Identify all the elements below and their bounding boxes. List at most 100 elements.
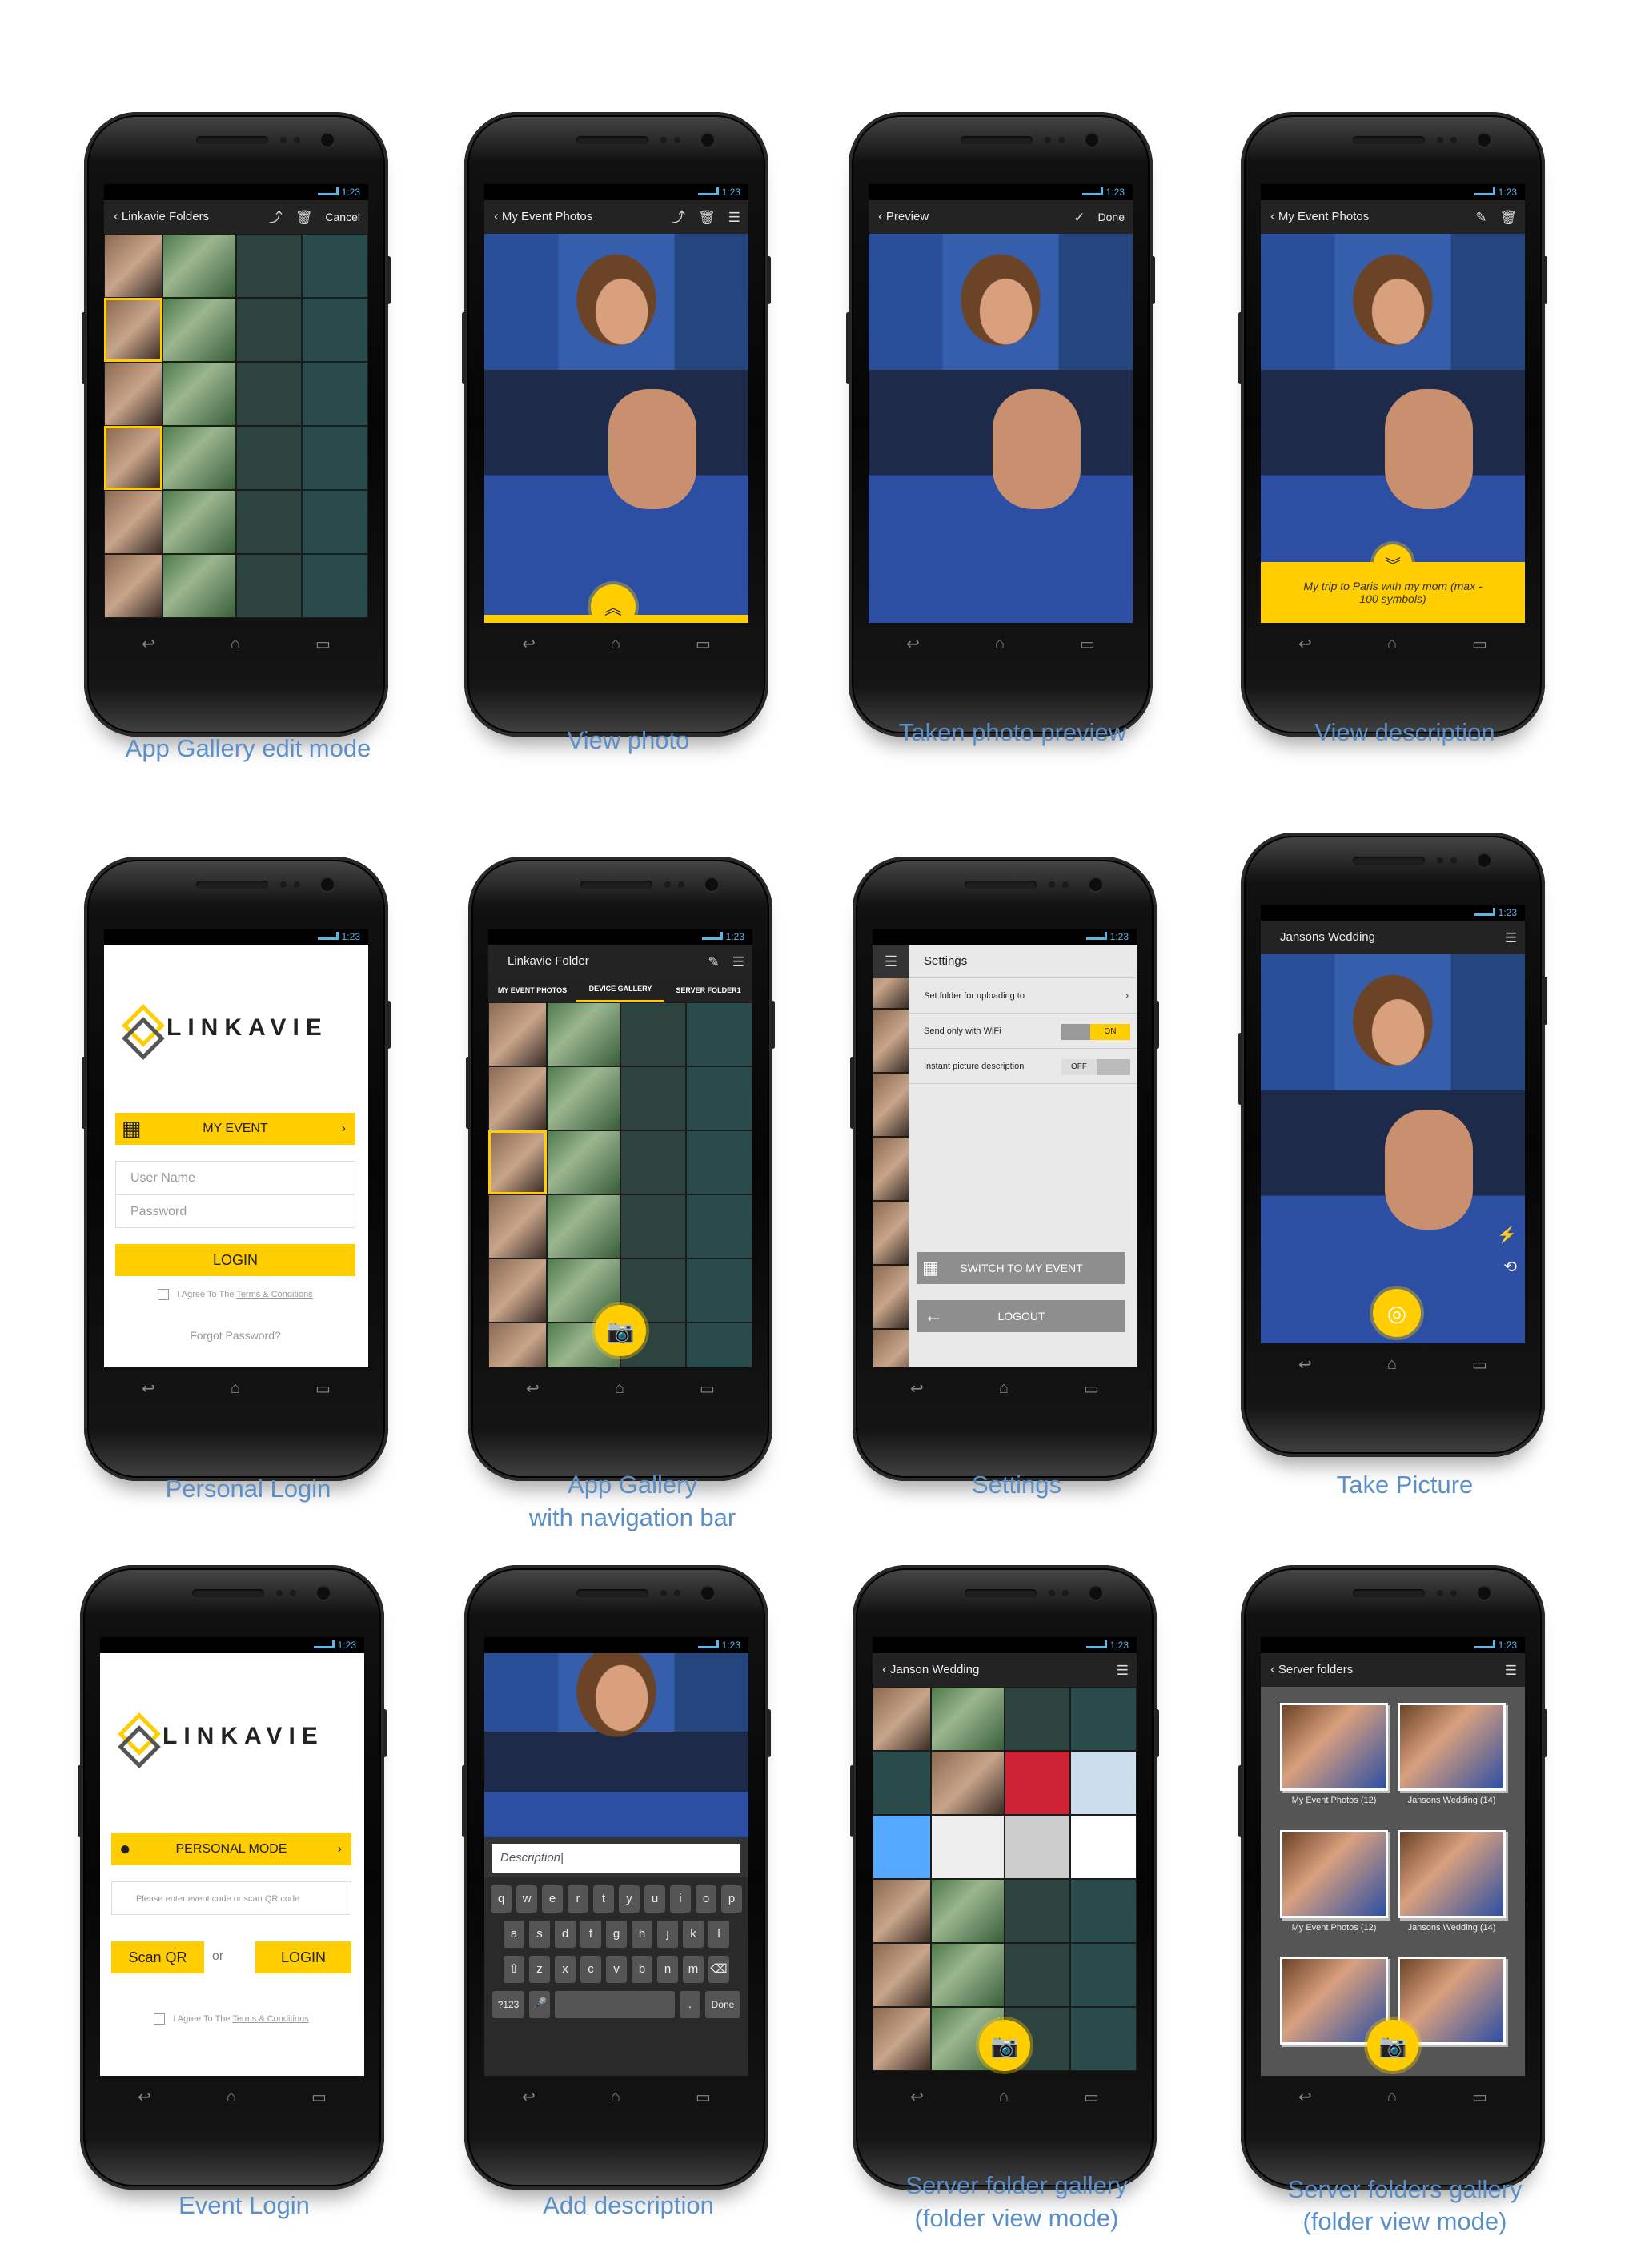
- home-nav-icon[interactable]: ⌂: [999, 2088, 1009, 2106]
- scan-qr-button[interactable]: Scan QR: [111, 1941, 204, 1973]
- home-nav-icon[interactable]: ⌂: [231, 1379, 240, 1398]
- thumb[interactable]: [162, 490, 236, 554]
- sliders-icon[interactable]: ☰: [1505, 1664, 1517, 1677]
- key-m[interactable]: m: [683, 1956, 704, 1983]
- thumb[interactable]: [162, 234, 236, 298]
- share-icon[interactable]: ⤴: [269, 211, 283, 224]
- back-nav-icon[interactable]: ↩: [906, 634, 920, 654]
- thumb[interactable]: [162, 298, 236, 362]
- thumb[interactable]: [620, 1066, 687, 1130]
- home-nav-icon[interactable]: ⌂: [611, 635, 620, 653]
- login-button[interactable]: LOGIN: [255, 1941, 351, 1973]
- thumb[interactable]: [235, 234, 303, 298]
- home-nav-icon[interactable]: ⌂: [227, 2088, 236, 2106]
- login-button[interactable]: LOGIN: [115, 1244, 355, 1276]
- recents-nav-icon[interactable]: ▭: [700, 1379, 715, 1399]
- share-icon[interactable]: ⤴: [672, 211, 685, 224]
- tab-device-gallery[interactable]: DEVICE GALLERY: [576, 978, 664, 1002]
- key-l[interactable]: l: [708, 1921, 729, 1948]
- thumb[interactable]: [1070, 2007, 1137, 2071]
- thumb[interactable]: [302, 426, 368, 490]
- thumb[interactable]: [686, 1194, 752, 1258]
- thumb[interactable]: [546, 1002, 620, 1066]
- thumb[interactable]: [488, 1002, 547, 1066]
- thumb[interactable]: [930, 1751, 1005, 1815]
- key-h[interactable]: h: [632, 1921, 652, 1948]
- thumb[interactable]: [620, 1002, 687, 1066]
- username-field[interactable]: User Name: [115, 1161, 355, 1194]
- key-n[interactable]: n: [657, 1956, 678, 1983]
- thumb[interactable]: [873, 1751, 931, 1815]
- my-event-button[interactable]: ▦ MY EVENT ›: [115, 1113, 355, 1145]
- thumb-selected[interactable]: [488, 1130, 547, 1194]
- back-icon[interactable]: ‹: [494, 209, 499, 223]
- key-t[interactable]: t: [593, 1885, 614, 1913]
- shutter-button[interactable]: ◎: [1373, 1289, 1421, 1337]
- thumb[interactable]: [686, 1323, 752, 1367]
- thumb[interactable]: [104, 362, 162, 426]
- trash-icon[interactable]: 🗑: [1499, 211, 1517, 224]
- key-o[interactable]: o: [696, 1885, 716, 1913]
- sliders-icon[interactable]: ☰: [1117, 1664, 1129, 1677]
- key-s[interactable]: s: [529, 1921, 550, 1948]
- trash-icon[interactable]: 🗑: [295, 211, 313, 224]
- personal-mode-button[interactable]: ● PERSONAL MODE ›: [111, 1833, 351, 1865]
- home-nav-icon[interactable]: ⌂: [995, 635, 1005, 653]
- thumb[interactable]: [620, 1130, 687, 1194]
- recents-nav-icon[interactable]: ▭: [1472, 2087, 1487, 2107]
- thumb[interactable]: [546, 1130, 620, 1194]
- key-z[interactable]: z: [529, 1956, 550, 1983]
- back-icon[interactable]: ‹: [882, 1662, 887, 1676]
- forgot-password-link[interactable]: Forgot Password?: [115, 1329, 355, 1342]
- key-f[interactable]: f: [580, 1921, 601, 1948]
- thumb[interactable]: [546, 1194, 620, 1258]
- thumb[interactable]: [302, 554, 368, 618]
- recents-nav-icon[interactable]: ▭: [315, 634, 331, 654]
- back-nav-icon[interactable]: ↩: [526, 1379, 540, 1399]
- backspace-key[interactable]: ⌫: [708, 1956, 729, 1983]
- key-w[interactable]: w: [516, 1885, 537, 1913]
- back-nav-icon[interactable]: ↩: [1298, 2087, 1312, 2107]
- password-field[interactable]: Password: [115, 1194, 355, 1228]
- thumb[interactable]: [1004, 1687, 1071, 1751]
- switch-to-event-button[interactable]: ▦ SWITCH TO MY EVENT: [917, 1252, 1125, 1284]
- key-y[interactable]: y: [619, 1885, 640, 1913]
- thumb[interactable]: [488, 1194, 547, 1258]
- expand-up-button[interactable]: ︽: [591, 584, 636, 623]
- back-nav-icon[interactable]: ↩: [138, 2087, 151, 2107]
- thumb[interactable]: [104, 234, 162, 298]
- back-icon[interactable]: ‹: [878, 209, 883, 223]
- thumb[interactable]: [930, 1687, 1005, 1751]
- home-nav-icon[interactable]: ⌂: [1387, 635, 1397, 653]
- description-toggle[interactable]: OFF: [1061, 1059, 1130, 1075]
- key-a[interactable]: a: [504, 1921, 524, 1948]
- flash-icon[interactable]: ⚡: [1497, 1225, 1517, 1245]
- home-nav-icon[interactable]: ⌂: [231, 635, 240, 653]
- key-e[interactable]: e: [542, 1885, 563, 1913]
- switch-camera-icon[interactable]: ⟲: [1503, 1257, 1517, 1277]
- back-nav-icon[interactable]: ↩: [522, 2087, 536, 2107]
- key-j[interactable]: j: [657, 1921, 678, 1948]
- thumb[interactable]: [235, 490, 303, 554]
- recents-nav-icon[interactable]: ▭: [311, 2087, 327, 2107]
- thumb[interactable]: [488, 1066, 547, 1130]
- key-k[interactable]: k: [683, 1921, 704, 1948]
- logout-button[interactable]: ← LOGOUT: [917, 1300, 1125, 1332]
- thumb[interactable]: [1070, 1815, 1137, 1879]
- wifi-toggle[interactable]: ON: [1061, 1024, 1130, 1040]
- thumb[interactable]: [686, 1258, 752, 1323]
- thumb[interactable]: [1070, 1687, 1137, 1751]
- thumb[interactable]: [686, 1130, 752, 1194]
- back-nav-icon[interactable]: ↩: [910, 1379, 924, 1399]
- recents-nav-icon[interactable]: ▭: [1084, 2087, 1099, 2107]
- key-r[interactable]: r: [568, 1885, 588, 1913]
- thumb[interactable]: [1004, 1943, 1071, 2007]
- recents-nav-icon[interactable]: ▭: [696, 2087, 711, 2107]
- camera-button[interactable]: 📷: [1367, 2020, 1418, 2071]
- collapse-down-button[interactable]: ︾: [1374, 544, 1412, 583]
- key-i[interactable]: i: [670, 1885, 691, 1913]
- pencil-icon[interactable]: ✎: [1475, 211, 1487, 224]
- home-nav-icon[interactable]: ⌂: [615, 1379, 624, 1398]
- back-nav-icon[interactable]: ↩: [142, 1379, 155, 1399]
- description-input[interactable]: Description|: [492, 1844, 740, 1873]
